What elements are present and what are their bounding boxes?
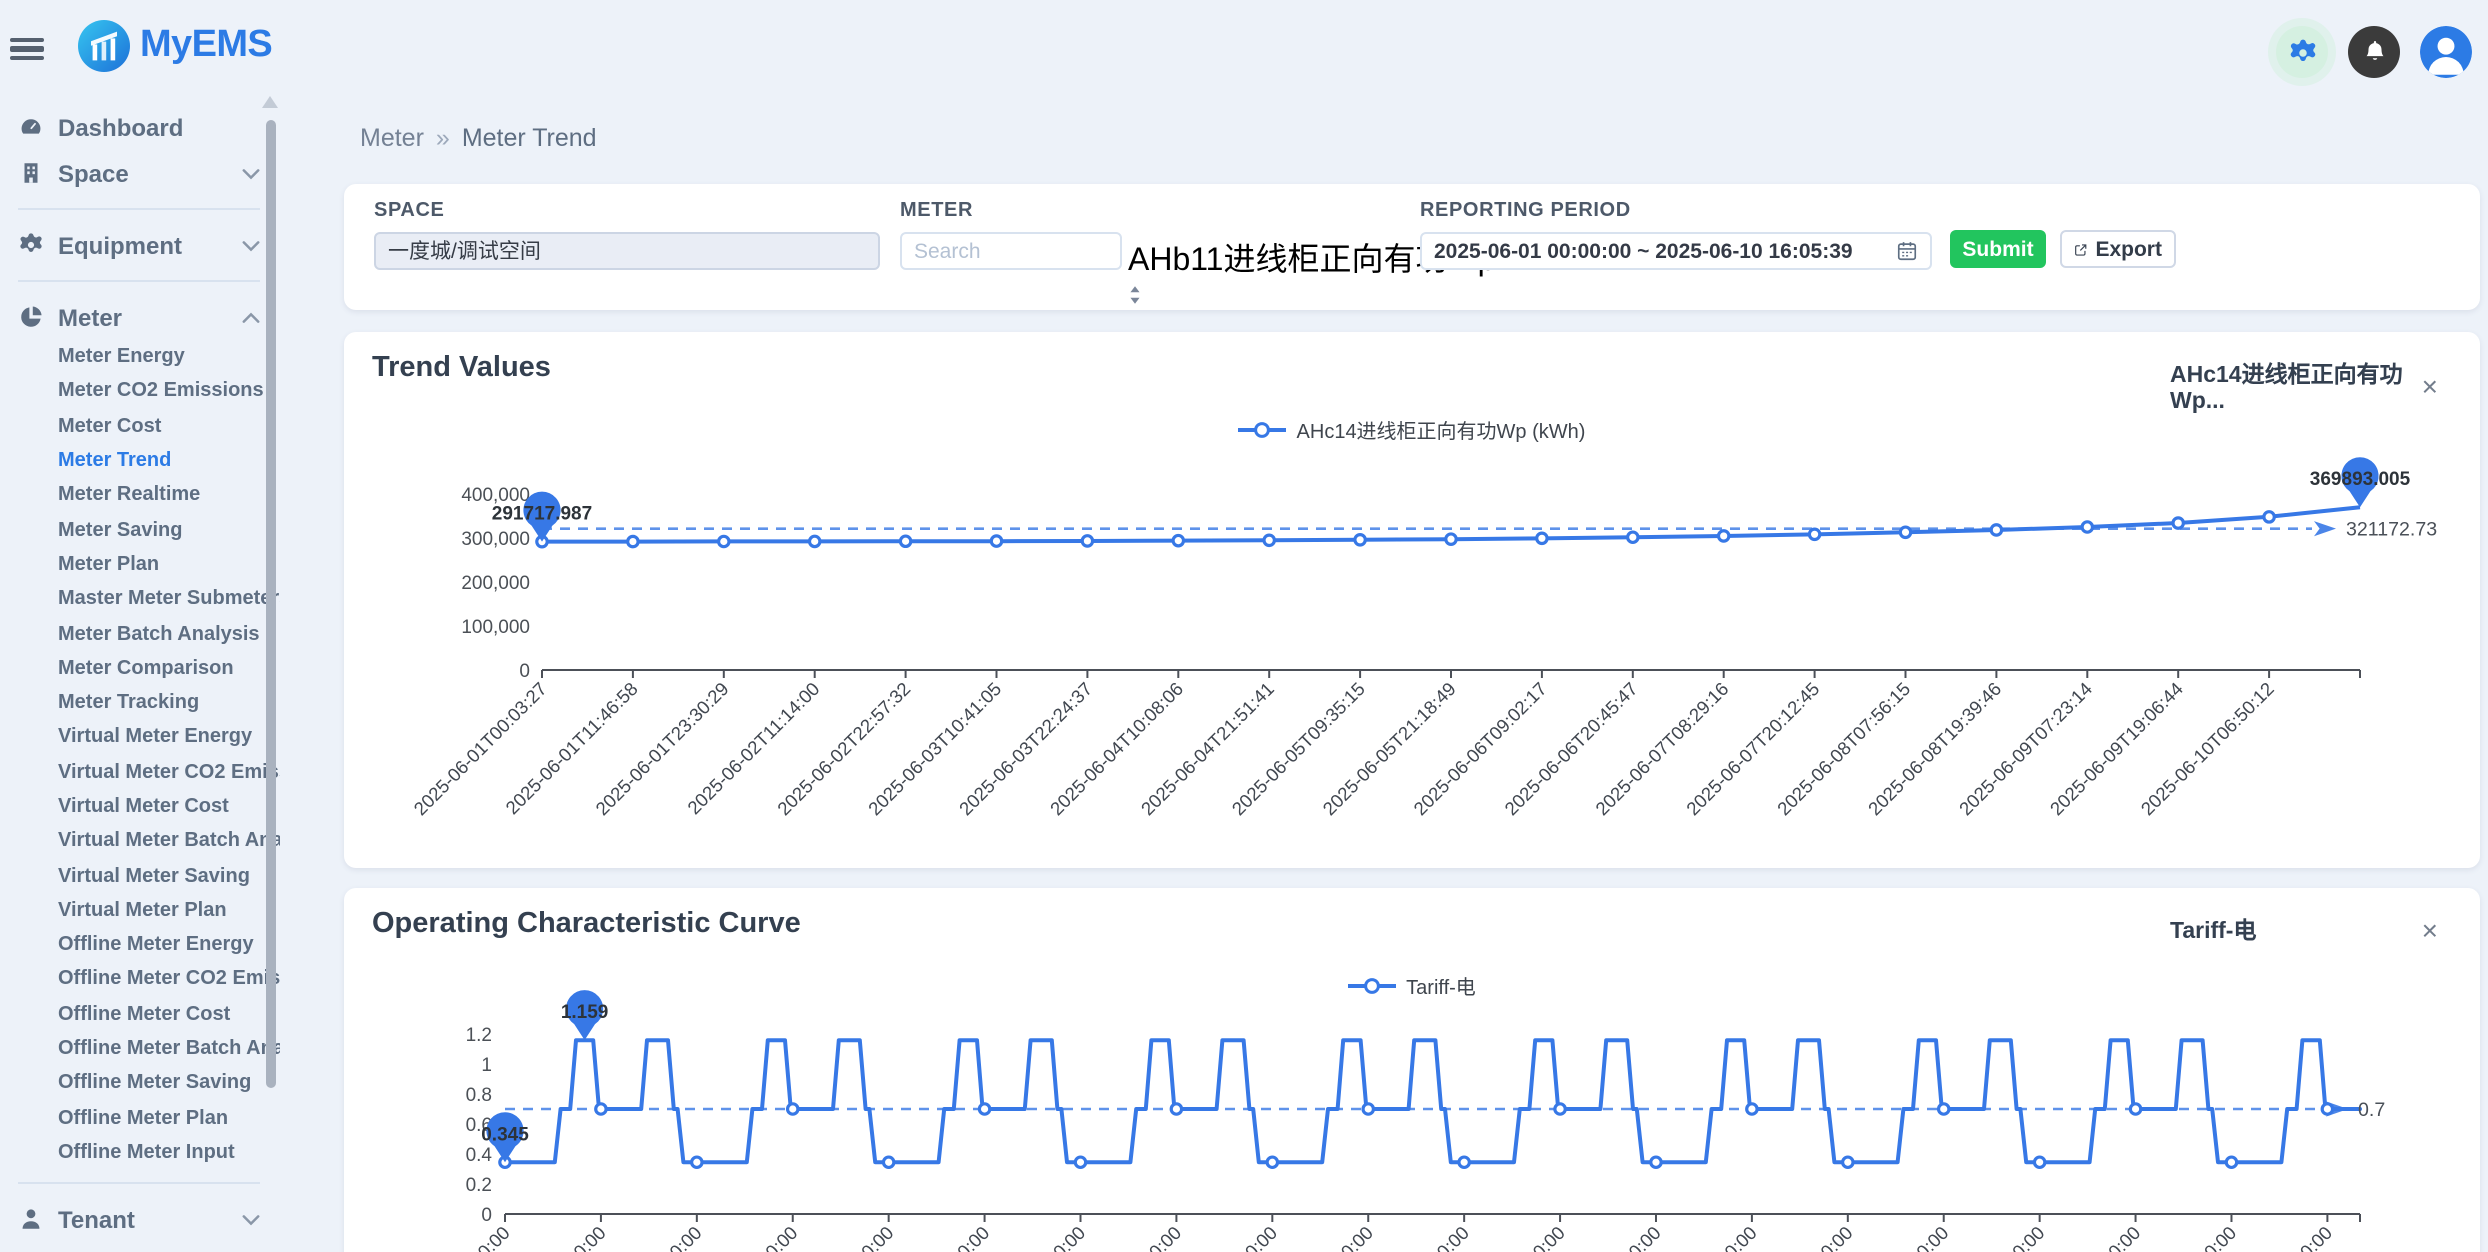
person-icon	[18, 1206, 44, 1232]
calendar-icon	[1896, 240, 1918, 262]
sidebar-item-meter-cost[interactable]: Meter Cost	[0, 409, 280, 444]
pie-icon	[18, 304, 44, 330]
settings-gear-button[interactable]	[2276, 26, 2328, 78]
chevron-down-icon	[242, 1213, 260, 1225]
submit-button[interactable]: Submit	[1950, 230, 2046, 268]
meter-select[interactable]: AHb11进线柜正向有功Wp	[1128, 232, 1392, 316]
sidebar-item-master-meter-submeters-balance[interactable]: Master Meter Submeters Balance	[0, 582, 280, 617]
sidebar-item-meter-co2-emissions[interactable]: Meter CO2 Emissions	[0, 375, 280, 410]
sidebar-item-offline-meter-saving[interactable]: Offline Meter Saving	[0, 1066, 280, 1101]
sidebar-item-offline-meter-co2-emissions[interactable]: Offline Meter CO2 Emissions	[0, 963, 280, 998]
brand-name: MyEMS	[140, 24, 272, 68]
svg-text:300,000: 300,000	[461, 529, 530, 550]
sidebar-item-virtual-meter-batch-analysis[interactable]: Virtual Meter Batch Analysis	[0, 824, 280, 859]
sidebar-item-virtual-meter-saving[interactable]: Virtual Meter Saving	[0, 859, 280, 894]
breadcrumb-parent[interactable]: Meter	[360, 124, 424, 152]
svg-text:291717.987: 291717.987	[492, 504, 592, 525]
svg-text:0.2: 0.2	[466, 1175, 492, 1196]
breadcrumb: Meter » Meter Trend	[360, 124, 597, 152]
brand-logo[interactable]: MyEMS	[78, 20, 272, 72]
operating-characteristic-card: Operating Characteristic Curve Tariff-电 …	[344, 888, 2480, 1252]
chevron-down-icon	[242, 167, 260, 179]
sidebar-item-meter-saving[interactable]: Meter Saving	[0, 513, 280, 548]
sidebar-item-tenant[interactable]: Tenant	[0, 1196, 280, 1242]
occ-chart-canvas[interactable]: 1.210.80.60.40.202025-06-01T00:00:002025…	[344, 888, 2480, 1252]
sidebar-item-meter-comparison[interactable]: Meter Comparison	[0, 651, 280, 686]
filter-panel: SPACE 一度城/调试空间 METER AHb11进线柜正向有功Wp	[344, 184, 2480, 310]
app: MyEMS	[0, 0, 2488, 1252]
svg-text:0: 0	[481, 1205, 492, 1226]
svg-text:2025-06-01T00:00:00: 2025-06-01T00:00:00	[373, 1222, 514, 1252]
chevron-down-icon	[242, 239, 260, 251]
sidebar-item-virtual-meter-energy[interactable]: Virtual Meter Energy	[0, 721, 280, 756]
svg-text:100,000: 100,000	[461, 617, 530, 638]
sidebar-item-virtual-meter-cost[interactable]: Virtual Meter Cost	[0, 790, 280, 825]
topbar-actions	[2276, 26, 2472, 78]
svg-text:0.7: 0.7	[2358, 1099, 2385, 1121]
svg-text:200,000: 200,000	[461, 573, 530, 594]
occ-series-line	[505, 1040, 2360, 1162]
user-avatar-icon	[2420, 26, 2472, 78]
trend-values-card: Trend Values AHc14进线柜正向有功Wp... × AHc14进线…	[344, 332, 2480, 868]
notifications-bell-button[interactable]	[2348, 26, 2400, 78]
sidebar-item-offline-meter-batch-analysis[interactable]: Offline Meter Batch Analysis	[0, 1032, 280, 1067]
user-avatar-button[interactable]	[2420, 26, 2472, 78]
main-content: Meter » Meter Trend SPACE 一度城/调试空间 METER…	[344, 90, 2480, 1252]
sidebar-item-equipment[interactable]: Equipment	[0, 222, 280, 268]
sidebar-item-meter-tracking[interactable]: Meter Tracking	[0, 686, 280, 721]
meter-search-input[interactable]	[900, 232, 1122, 270]
menu-icon[interactable]	[10, 32, 46, 66]
sidebar-scrollbar[interactable]	[266, 120, 276, 1088]
sidebar-item-meter-energy[interactable]: Meter Energy	[0, 340, 280, 375]
sidebar-divider	[18, 208, 260, 210]
sidebar-item-virtual-meter-co2-emissions[interactable]: Virtual Meter CO2 Emissions	[0, 755, 280, 790]
export-icon	[2074, 239, 2087, 259]
sidebar-item-meter-trend[interactable]: Meter Trend	[0, 444, 280, 479]
sidebar-item-virtual-meter-plan[interactable]: Virtual Meter Plan	[0, 894, 280, 929]
sidebar-divider	[18, 1182, 260, 1184]
settings-gear-icon	[2287, 37, 2317, 67]
svg-text:1.159: 1.159	[561, 1002, 609, 1023]
svg-text:0.345: 0.345	[481, 1124, 529, 1145]
mark-pin: 369893.005	[2310, 457, 2411, 507]
svg-text:321172.73: 321172.73	[2346, 519, 2437, 541]
sidebar-item-offline-meter-plan[interactable]: Offline Meter Plan	[0, 1101, 280, 1136]
reporting-period-label: REPORTING PERIOD	[1420, 200, 1932, 222]
svg-text:0: 0	[519, 661, 530, 682]
sidebar-item-offline-meter-energy[interactable]: Offline Meter Energy	[0, 928, 280, 963]
sidebar-item-meter-realtime[interactable]: Meter Realtime	[0, 478, 280, 513]
trend-chart-canvas[interactable]: 400,000300,000200,000100,00002025-06-01T…	[344, 332, 2480, 868]
gear-icon	[18, 232, 44, 258]
myems-logo-icon	[78, 20, 130, 72]
select-updown-icon	[1128, 284, 1142, 306]
sidebar-item-space[interactable]: Space	[0, 150, 280, 196]
reporting-period-input[interactable]: 2025-06-01 00:00:00 ~ 2025-06-10 16:05:3…	[1420, 232, 1932, 270]
svg-text:1: 1	[481, 1055, 492, 1076]
building-icon	[18, 160, 44, 186]
breadcrumb-separator: »	[436, 124, 450, 152]
sidebar: DashboardSpace Equipment MeterMeter Energy…	[0, 90, 280, 1252]
space-input[interactable]: 一度城/调试空间	[374, 232, 880, 270]
svg-text:0.4: 0.4	[466, 1145, 493, 1166]
svg-text:369893.005: 369893.005	[2310, 469, 2411, 490]
scroll-up-arrow-icon[interactable]	[262, 96, 278, 108]
breadcrumb-current: Meter Trend	[462, 124, 597, 152]
sidebar-item-meter[interactable]: Meter	[0, 294, 280, 340]
mark-pin: 1.159	[561, 990, 609, 1040]
sidebar-item-meter-batch-analysis[interactable]: Meter Batch Analysis	[0, 617, 280, 652]
sidebar-divider	[18, 280, 260, 282]
gauge-icon	[18, 114, 44, 140]
svg-text:0.8: 0.8	[466, 1085, 492, 1106]
notifications-bell-icon	[2359, 37, 2389, 67]
sidebar-item-offline-meter-cost[interactable]: Offline Meter Cost	[0, 997, 280, 1032]
export-button[interactable]: Export	[2060, 230, 2176, 268]
topbar: MyEMS	[0, 0, 2488, 90]
sidebar-item-offline-meter-input[interactable]: Offline Meter Input	[0, 1136, 280, 1171]
meter-label: METER	[900, 200, 1392, 222]
chevron-up-icon	[242, 311, 260, 323]
sidebar-item-dashboard[interactable]: Dashboard	[0, 104, 280, 150]
sidebar-item-meter-plan[interactable]: Meter Plan	[0, 548, 280, 583]
space-label: SPACE	[374, 200, 880, 222]
svg-text:1.2: 1.2	[466, 1025, 492, 1046]
